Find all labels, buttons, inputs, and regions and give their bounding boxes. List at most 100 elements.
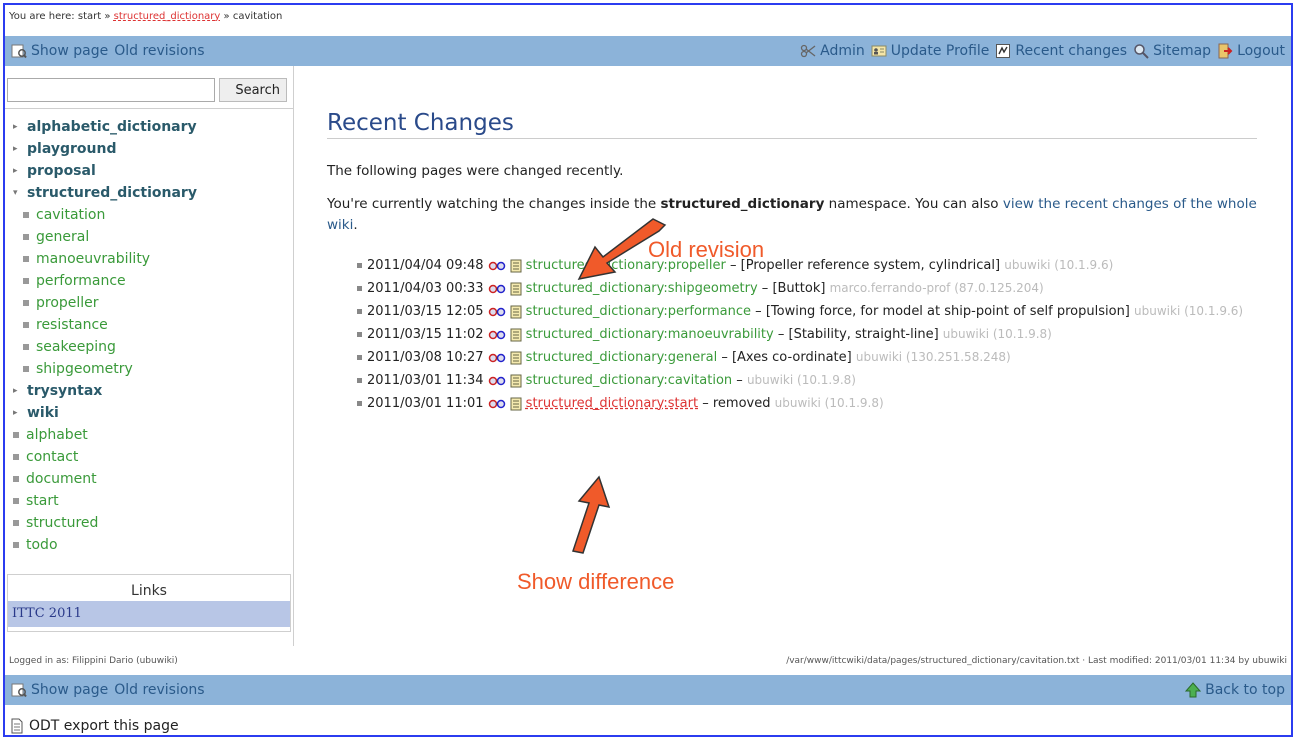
bullet-icon — [357, 286, 362, 291]
change-entry: 2011/03/01 11:01 structured_dictionary:s… — [357, 392, 1257, 415]
glasses-diff-icon[interactable] — [488, 260, 506, 272]
show-page-label: Show page — [31, 43, 109, 59]
page-magnify-icon — [11, 683, 27, 698]
odt-export-link[interactable]: ODT export this page — [9, 718, 179, 734]
admin-label: Admin — [820, 43, 865, 59]
glasses-diff-icon[interactable] — [488, 283, 506, 295]
show-page-button-bottom[interactable]: Show page — [11, 682, 108, 698]
tree-item-todo[interactable]: todo — [13, 534, 197, 556]
search-button[interactable]: Search — [219, 78, 287, 102]
tree-item-structured[interactable]: structured — [13, 512, 197, 534]
watch-prefix: You're currently watching the changes in… — [327, 196, 657, 212]
tree-item-label: cavitation — [36, 207, 106, 223]
tree-item-manoeuvrability[interactable]: manoeuvrability — [13, 248, 197, 270]
tree-item-seakeeping[interactable]: seakeeping — [13, 336, 197, 358]
search-input[interactable] — [7, 78, 215, 102]
glasses-diff-icon[interactable] — [488, 329, 506, 341]
change-summary: removed — [712, 396, 771, 411]
change-page-link[interactable]: structured_dictionary:cavitation — [526, 373, 732, 388]
change-entry: 2011/04/03 00:33 structured_dictionary:s… — [357, 277, 1257, 300]
back-to-top-label: Back to top — [1205, 682, 1285, 698]
glasses-diff-icon[interactable] — [488, 306, 506, 318]
change-summary: [Stability, straight-line] — [788, 327, 939, 342]
collapsed-marker-icon: ▸ — [13, 408, 18, 418]
page-magnify-icon — [11, 44, 27, 59]
tree-item-label: document — [26, 471, 97, 487]
changes-list: 2011/04/04 09:48 structured_dictionary:p… — [327, 254, 1257, 415]
tree-item-resistance[interactable]: resistance — [13, 314, 197, 336]
glasses-diff-icon[interactable] — [488, 375, 506, 387]
old-revisions-label: Old revisions — [114, 682, 205, 698]
old-revisions-button[interactable]: Old revisions — [114, 43, 204, 59]
tree-item-general[interactable]: general — [13, 226, 197, 248]
back-to-top-button[interactable]: Back to top — [1185, 682, 1285, 698]
change-page-link[interactable]: structured_dictionary:general — [526, 350, 718, 365]
breadcrumb: You are here: start » structured_diction… — [9, 11, 282, 22]
tree-item-label: general — [36, 229, 90, 245]
breadcrumb-namespace[interactable]: structured_dictionary — [114, 11, 221, 22]
scissors-icon — [800, 44, 816, 58]
tree-item-alphabetic_dictionary[interactable]: ▸ alphabetic_dictionary — [13, 116, 197, 138]
tree-item-playground[interactable]: ▸ playground — [13, 138, 197, 160]
link-ittc-2011[interactable]: ITTC 2011 — [8, 601, 290, 627]
sitemap-label: Sitemap — [1153, 43, 1212, 59]
logout-label: Logout — [1237, 43, 1285, 59]
change-user: ubuwiki (10.1.9.6) — [1004, 258, 1114, 272]
change-date: 2011/04/03 00:33 — [367, 281, 484, 296]
logout-button[interactable]: Logout — [1217, 43, 1285, 59]
bullet-icon — [13, 476, 19, 482]
tree-item-propeller[interactable]: propeller — [13, 292, 197, 314]
old-revision-icon[interactable] — [510, 305, 522, 319]
old-revision-icon[interactable] — [510, 351, 522, 365]
change-user: ubuwiki (10.1.9.8) — [774, 396, 884, 410]
tree-item-alphabet[interactable]: alphabet — [13, 424, 197, 446]
change-entry: 2011/04/04 09:48 structured_dictionary:p… — [357, 254, 1257, 277]
recent-changes-button[interactable]: Recent changes — [995, 43, 1127, 59]
tree-item-contact[interactable]: contact — [13, 446, 197, 468]
watch-namespace: structured_dictionary — [660, 196, 825, 212]
old-revisions-button-bottom[interactable]: Old revisions — [114, 682, 204, 698]
tree-item-cavitation[interactable]: cavitation — [13, 204, 197, 226]
tree-item-document[interactable]: document — [13, 468, 197, 490]
recent-changes-icon — [996, 44, 1011, 58]
tree-item-label: manoeuvrability — [36, 251, 151, 267]
tree-item-wiki[interactable]: ▸ wiki — [13, 402, 197, 424]
old-revision-icon[interactable] — [510, 374, 522, 388]
show-difference-annotation: Show difference — [517, 569, 675, 594]
change-entry: 2011/03/15 12:05 structured_dictionary:p… — [357, 300, 1257, 323]
admin-button[interactable]: Admin — [800, 43, 865, 59]
tree-item-proposal[interactable]: ▸ proposal — [13, 160, 197, 182]
bullet-icon — [13, 432, 19, 438]
change-dash: – — [761, 281, 769, 296]
tree-item-shipgeometry[interactable]: shipgeometry — [13, 358, 197, 380]
tree-item-trysyntax[interactable]: ▸ trysyntax — [13, 380, 197, 402]
watch-end: . — [353, 217, 358, 233]
sitemap-button[interactable]: Sitemap — [1133, 43, 1211, 59]
breadcrumb-current[interactable]: cavitation — [233, 11, 283, 22]
old-revision-icon[interactable] — [510, 259, 522, 273]
file-path-text: /var/www/ittcwiki/data/pages/structured_… — [786, 656, 1287, 666]
change-date: 2011/03/08 10:27 — [367, 350, 484, 365]
update-profile-label: Update Profile — [890, 43, 990, 59]
change-date: 2011/03/15 11:02 — [367, 327, 484, 342]
change-page-link[interactable]: structured_dictionary:manoeuvrability — [526, 327, 774, 342]
bullet-icon — [23, 212, 29, 218]
bullet-icon — [13, 498, 19, 504]
old-revision-icon[interactable] — [510, 397, 522, 411]
tree-item-performance[interactable]: performance — [13, 270, 197, 292]
tree-item-structured_dictionary[interactable]: ▾ structured_dictionary — [13, 182, 197, 204]
change-page-link[interactable]: structured_dictionary:start — [526, 396, 698, 411]
bullet-icon — [357, 263, 362, 268]
change-entry: 2011/03/01 11:34 structured_dictionary:c… — [357, 369, 1257, 392]
change-summary: [Buttok] — [772, 281, 826, 296]
old-revision-icon[interactable] — [510, 282, 522, 296]
old-revision-icon[interactable] — [510, 328, 522, 342]
change-page-link[interactable]: structured_dictionary:performance — [526, 304, 751, 319]
show-page-button[interactable]: Show page — [11, 43, 108, 59]
tree-item-start[interactable]: start — [13, 490, 197, 512]
update-profile-button[interactable]: Update Profile — [871, 43, 990, 59]
glasses-diff-icon[interactable] — [488, 352, 506, 364]
breadcrumb-start[interactable]: start — [78, 11, 101, 22]
glasses-diff-icon[interactable] — [488, 398, 506, 410]
tree-item-label: wiki — [27, 405, 59, 421]
